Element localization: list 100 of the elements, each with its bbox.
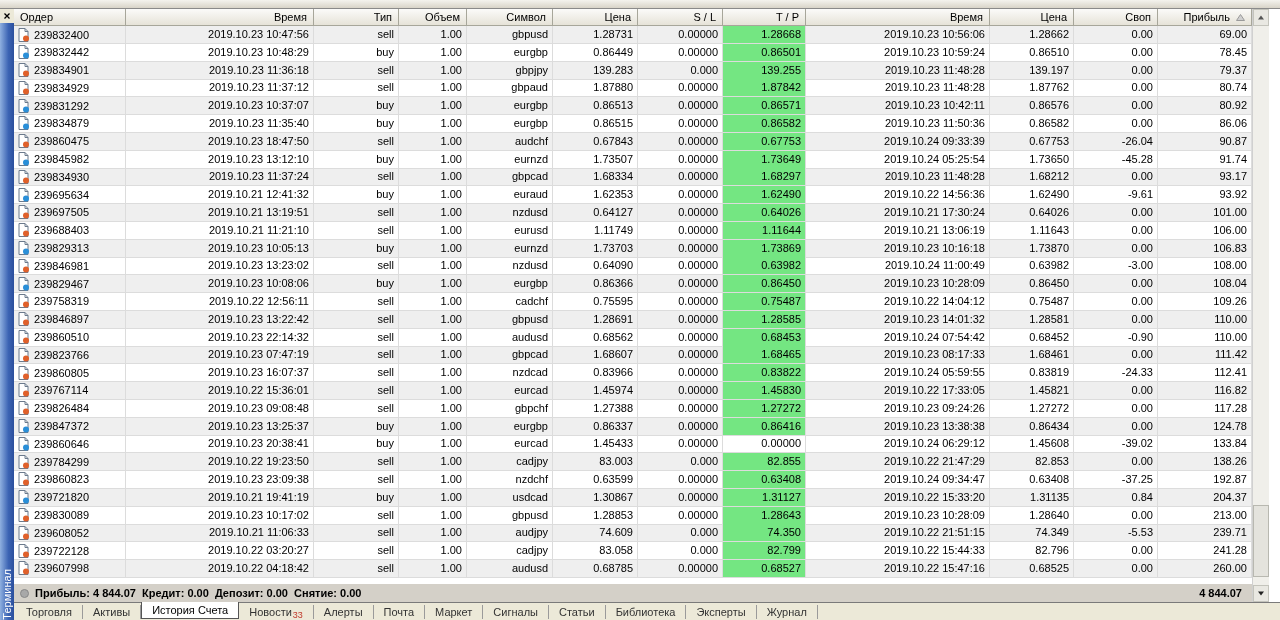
order-number: 239860823 bbox=[34, 473, 90, 486]
tab[interactable]: Алерты bbox=[313, 605, 374, 620]
order-document-icon bbox=[18, 419, 30, 434]
panel-title: Терминал bbox=[1, 568, 13, 620]
order-document-icon bbox=[18, 561, 30, 576]
close-icon[interactable] bbox=[0, 9, 14, 23]
order-number: 239846897 bbox=[34, 313, 90, 326]
table-cell: sell bbox=[314, 506, 399, 525]
table-row[interactable]: 239784299 2019.10.22 19:23:50 sell 1.00 cadjpy 83.003 0.000 82.855 2019.10.22 21:47:29 82.853 0.00 138.26 bbox=[14, 453, 1252, 471]
table-cell: 2019.10.24 07:54:42 bbox=[806, 328, 990, 347]
column-header[interactable]: Своп bbox=[1074, 9, 1158, 26]
order-document-icon bbox=[18, 525, 30, 540]
table-cell: eurgbp bbox=[467, 115, 553, 133]
scroll-up-button[interactable] bbox=[1253, 9, 1269, 26]
table-cell: 1.62490 bbox=[723, 186, 806, 205]
order-number: 239829313 bbox=[34, 242, 90, 255]
order-document-icon bbox=[18, 490, 30, 505]
tab[interactable]: Библиотека bbox=[605, 605, 687, 620]
table-cell: 0.00 bbox=[1074, 61, 1158, 80]
tab[interactable]: Маркет bbox=[425, 605, 484, 620]
table-row[interactable]: 239608052 2019.10.21 11:06:33 sell 1.00 audjpy 74.609 0.000 74.350 2019.10.22 21:51:15 74.349 -5.53 239.71 bbox=[14, 524, 1252, 543]
tab[interactable]: Торговля bbox=[16, 605, 83, 620]
table-cell: audusd bbox=[467, 328, 553, 347]
vertical-scrollbar[interactable] bbox=[1252, 9, 1269, 603]
table-cell: 2019.10.24 05:25:54 bbox=[806, 150, 990, 169]
column-header[interactable]: Цена bbox=[990, 9, 1074, 26]
tab[interactable]: Эксперты bbox=[686, 605, 757, 620]
order-number: 239829467 bbox=[34, 277, 90, 290]
order-number: 239767114 bbox=[34, 384, 89, 397]
table-row[interactable]: 239834930 2019.10.23 11:37:24 sell 1.00 gbpcad 1.68334 0.00000 1.68297 2019.10.23 11:48:28 1.68212 0.00 93.17 bbox=[14, 168, 1252, 187]
table-cell: 0.00 bbox=[1074, 559, 1158, 578]
order-document-icon bbox=[18, 98, 30, 113]
order-number: 239860646 bbox=[34, 437, 90, 450]
column-header[interactable]: Прибыль bbox=[1158, 9, 1252, 26]
table-row[interactable]: 239823766 2019.10.23 07:47:19 sell 1.00 gbpcad 1.68607 0.00000 1.68465 2019.10.23 08:17:33 1.68461 0.00 111.42 bbox=[14, 346, 1252, 365]
column-header[interactable]: T / P bbox=[723, 9, 806, 26]
table-cell: 0.86571 bbox=[723, 97, 806, 116]
order-number: 239831292 bbox=[34, 99, 90, 112]
column-header[interactable]: Тип bbox=[314, 9, 399, 26]
table-cell: 1.00 bbox=[399, 417, 467, 436]
table-cell: 0.64026 bbox=[990, 203, 1074, 222]
table-cell: 1.31135 bbox=[990, 488, 1074, 507]
table-cell: buy bbox=[314, 417, 399, 436]
table-cell: sell bbox=[314, 559, 399, 578]
table-cell: 1.11749 bbox=[553, 221, 638, 240]
tab[interactable]: Журнал bbox=[756, 605, 818, 620]
column-header[interactable]: Объем bbox=[399, 9, 467, 26]
table-cell: eurcad bbox=[467, 381, 553, 400]
column-header[interactable]: Время bbox=[126, 9, 314, 26]
tab[interactable]: Статьи bbox=[548, 605, 606, 620]
order-document-icon bbox=[18, 383, 30, 398]
column-header[interactable]: S / L bbox=[638, 9, 723, 26]
order-number: 239608052 bbox=[34, 526, 90, 539]
table-cell: 1.87842 bbox=[723, 79, 806, 98]
table-cell: 1.28640 bbox=[990, 506, 1074, 525]
order-document-icon bbox=[18, 169, 30, 184]
table-cell: 0.63982 bbox=[723, 257, 806, 276]
table-cell: 1.68465 bbox=[723, 346, 806, 365]
table-cell: 0.68525 bbox=[990, 559, 1074, 578]
table-cell: 2019.10.23 13:12:10 bbox=[126, 150, 314, 169]
tab[interactable]: Сигналы bbox=[483, 605, 549, 620]
table-cell: 0.83822 bbox=[723, 364, 806, 383]
table-cell: 0.00 bbox=[1074, 43, 1158, 62]
column-header[interactable]: Цена bbox=[553, 9, 638, 26]
table-cell: 1.45974 bbox=[553, 381, 638, 400]
table-cell: 2019.10.23 18:47:50 bbox=[126, 132, 314, 151]
scroll-down-button[interactable] bbox=[1253, 585, 1269, 603]
table-cell: 1.73870 bbox=[990, 239, 1074, 258]
table-cell: 82.799 bbox=[723, 542, 806, 561]
table-cell: 2019.10.22 12:56:11 bbox=[126, 292, 314, 311]
order-document-icon bbox=[18, 205, 30, 220]
table-row[interactable]: 239831292 2019.10.23 10:37:07 buy 1.00 eurgbp 0.86513 0.00000 0.86571 2019.10.23 10:42:11 0.86576 0.00 80.92 bbox=[14, 97, 1252, 115]
table-cell: gbpusd bbox=[467, 506, 553, 525]
table-cell: 1.28853 bbox=[553, 506, 638, 525]
table-cell: 1.00 bbox=[399, 399, 467, 418]
tab[interactable]: История Счета bbox=[141, 602, 240, 620]
table-cell: gbpchf bbox=[467, 399, 553, 418]
table-row[interactable]: 239832400 2019.10.23 10:47:56 sell 1.00 gbpusd 1.28731 0.00000 1.28668 2019.10.23 10:56:06 1.28662 0.00 69.00 bbox=[14, 26, 1252, 44]
table-cell: 1.00 bbox=[399, 470, 467, 489]
table-row[interactable]: 239829467 2019.10.23 10:08:06 buy 1.00 eurgbp 0.86366 0.00000 0.86450 2019.10.23 10:28:09 0.86450 0.00 108.04 bbox=[14, 275, 1252, 293]
order-number: 239860510 bbox=[34, 331, 90, 344]
column-header[interactable]: Символ bbox=[467, 9, 553, 26]
table-cell: 0.75595 bbox=[553, 292, 638, 311]
tab[interactable]: Почта bbox=[373, 605, 426, 620]
table-cell: 1.00 bbox=[399, 292, 467, 311]
order-document-icon bbox=[18, 508, 30, 522]
order-document-icon bbox=[18, 472, 30, 487]
table-cell: buy bbox=[314, 488, 399, 507]
table-cell: 0.00 bbox=[1074, 203, 1158, 222]
column-header[interactable]: Время bbox=[806, 9, 990, 26]
column-header[interactable]: Ордер bbox=[14, 9, 126, 26]
order-number: 239834901 bbox=[34, 64, 90, 77]
table-cell: sell bbox=[314, 328, 399, 347]
table-cell: 2019.10.23 11:35:40 bbox=[126, 115, 314, 133]
table-cell: buy bbox=[314, 150, 399, 169]
tab[interactable]: Новости$_{33}$ bbox=[239, 605, 314, 620]
table-cell: 2019.10.22 04:18:42 bbox=[126, 559, 314, 578]
table-cell: -45.28 bbox=[1074, 150, 1158, 169]
scroll-thumb[interactable] bbox=[1253, 505, 1269, 578]
table-cell: 1.00 bbox=[399, 61, 467, 80]
